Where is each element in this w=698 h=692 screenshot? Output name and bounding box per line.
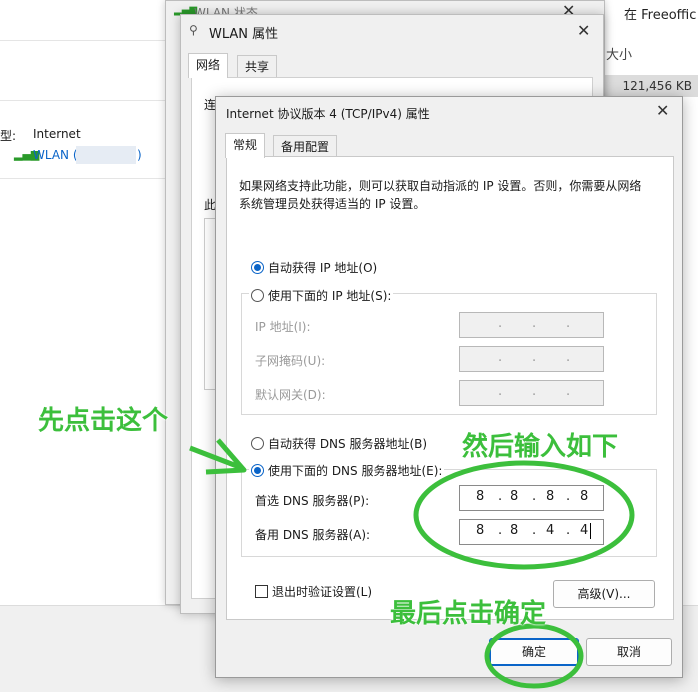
annotation-click-this: 先点击这个	[38, 406, 169, 436]
annotation-enter-below: 然后输入如下	[462, 432, 619, 462]
dns-highlight-circle	[413, 460, 635, 570]
annotation-finally-ok: 最后点击确定	[390, 599, 547, 629]
tab-general[interactable]: 常规	[225, 133, 266, 158]
ok-highlight-circle	[484, 623, 584, 689]
annotation-overlay	[189, 438, 635, 689]
tab-network[interactable]: 网络	[188, 53, 229, 78]
